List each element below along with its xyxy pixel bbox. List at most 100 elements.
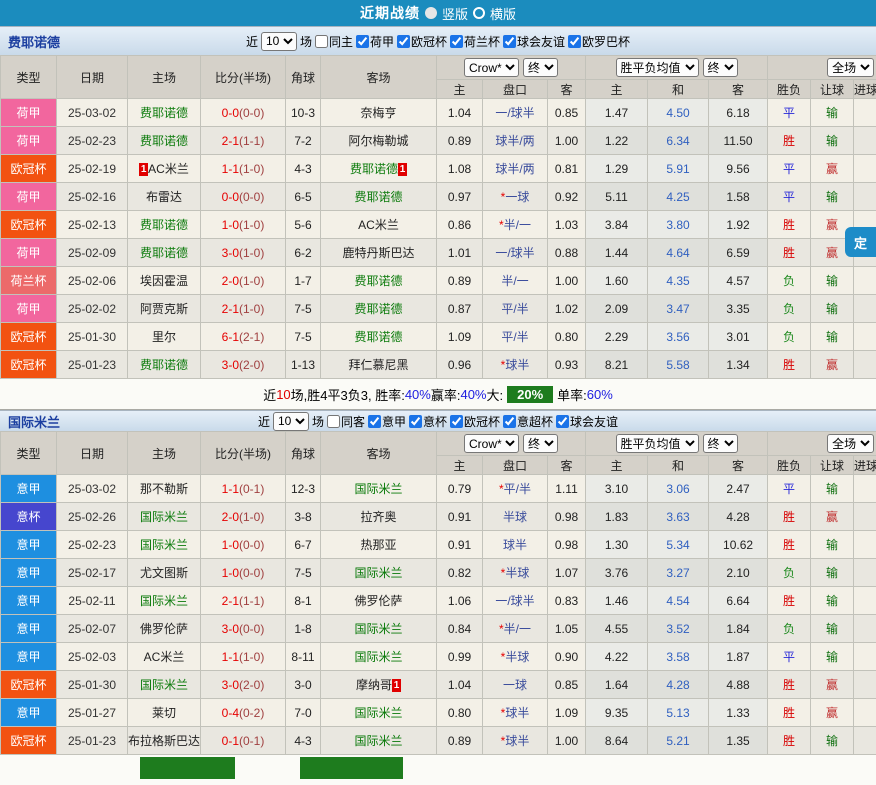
sub-column-header: 主 (586, 80, 648, 99)
mean-away-cell: 4.57 (709, 267, 768, 295)
odds-company-select[interactable]: Crow* (464, 58, 519, 77)
match-type-badge: 欧冠杯 (1, 155, 57, 183)
league-filter-checkbox[interactable] (450, 415, 463, 428)
odds-company-select[interactable]: Crow* (464, 434, 519, 453)
mean-draw-cell: 3.58 (648, 643, 709, 671)
table-row: 荷甲25-02-16布雷达0-0(0-0)6-5费耶诺德0.97*一球0.925… (1, 183, 876, 211)
handicap-star: * (501, 734, 506, 748)
away-odds-cell: 0.98 (548, 531, 586, 559)
score-cell: 3-0(2-0) (201, 351, 286, 379)
league-filter-checkbox[interactable] (503, 35, 516, 48)
column-header: 比分(半场) (201, 56, 286, 99)
same-venue-label: 同客 (341, 413, 365, 430)
score-cell: 1-1(0-1) (201, 475, 286, 503)
league-filter-checkbox[interactable] (397, 35, 410, 48)
mean-home-cell: 4.55 (586, 615, 648, 643)
league-filter-checkbox[interactable] (556, 415, 569, 428)
goals-clipped-cell (854, 699, 876, 727)
result-cell: 胜 (768, 503, 811, 531)
vertical-layout-radio[interactable] (425, 7, 437, 19)
result-cell: 胜 (768, 699, 811, 727)
same-venue-checkbox[interactable] (315, 35, 328, 48)
half-score: (0-0) (239, 538, 264, 552)
same-venue-filter: 同客 (327, 413, 365, 430)
table-row: 欧冠杯25-01-23布拉格斯巴达0-1(0-1)4-3国际米兰0.89*球半1… (1, 727, 876, 755)
handicap-star: * (501, 190, 506, 204)
sub-column-header: 客 (709, 80, 768, 99)
summary-text: 单率: (557, 385, 587, 404)
away-team-name: 热那亚 (360, 538, 396, 552)
league-filter-checkbox[interactable] (568, 35, 581, 48)
goals-clipped-cell (854, 643, 876, 671)
mean-odds-select[interactable]: 胜平负均值 (616, 58, 699, 77)
sub-column-header: 主 (586, 456, 648, 475)
match-date: 25-01-30 (57, 323, 128, 351)
league-filter-checkbox[interactable] (368, 415, 381, 428)
mean-final-select[interactable]: 终 (703, 58, 738, 77)
sub-column-header: 盘口 (483, 80, 548, 99)
result-cell: 平 (768, 99, 811, 127)
handicap-cell: *球半 (483, 351, 548, 379)
league-filter-checkbox[interactable] (409, 415, 422, 428)
table-row: 荷兰杯25-02-06埃因霍温2-0(1-0)1-7费耶诺德0.89半/一1.0… (1, 267, 876, 295)
mean-away-cell: 1.34 (709, 351, 768, 379)
full-score: 1-1 (222, 482, 239, 496)
games-count-select[interactable]: 10 (261, 32, 297, 51)
away-odds-cell: 0.85 (548, 671, 586, 699)
same-venue-checkbox[interactable] (327, 415, 340, 428)
away-team-cell: 费耶诺德 (321, 267, 437, 295)
away-team-name: 国际米兰 (354, 650, 402, 664)
sub-column-header: 让球 (811, 80, 854, 99)
same-venue-filter: 同主 (315, 33, 353, 50)
corners-cell: 8-11 (286, 643, 321, 671)
handicap-star: * (501, 706, 506, 720)
corners-cell: 3-0 (286, 671, 321, 699)
away-odds-cell: 0.81 (548, 155, 586, 183)
match-filter-controls: 近10场同客意甲意杯欧冠杯意超杯球会友谊 (258, 412, 618, 431)
handicap-result-cell: 赢 (811, 671, 854, 699)
mean-draw-cell: 5.13 (648, 699, 709, 727)
league-filter-label: 荷甲 (370, 33, 394, 50)
games-count-select[interactable]: 10 (273, 412, 309, 431)
full-score: 2-1 (222, 594, 239, 608)
score-cell: 6-1(2-1) (201, 323, 286, 351)
mean-draw-cell: 4.50 (648, 99, 709, 127)
summary-highlight-box (300, 757, 403, 779)
half-score: (0-2) (239, 706, 264, 720)
same-venue-label: 同主 (329, 33, 353, 50)
home-odds-cell: 1.04 (437, 671, 483, 699)
horizontal-layout-radio[interactable] (473, 7, 485, 19)
odds-final-select[interactable]: 终 (523, 434, 558, 453)
scope-select[interactable]: 全场 (827, 58, 874, 77)
away-team-cell: 国际米兰 (321, 699, 437, 727)
league-filter-checkbox[interactable] (503, 415, 516, 428)
home-team-name: 莱切 (152, 706, 176, 720)
table-row: 欧冠杯25-01-30国际米兰3-0(2-0)3-0摩纳哥11.04一球0.85… (1, 671, 876, 699)
mean-away-cell: 1.58 (709, 183, 768, 211)
scope-group: 全场 (768, 56, 876, 80)
league-filter-checkbox[interactable] (356, 35, 369, 48)
handicap-cell: *平/半 (483, 475, 548, 503)
away-team-name: 鹿特丹斯巴达 (342, 246, 414, 260)
mean-away-cell: 1.33 (709, 699, 768, 727)
table-row: 意甲25-01-27莱切0-4(0-2)7-0国际米兰0.80*球半1.099.… (1, 699, 876, 727)
pin-button[interactable]: 定 (845, 227, 876, 257)
column-header: 类型 (1, 432, 57, 475)
home-team-name: 国际米兰 (140, 538, 188, 552)
mean-odds-select[interactable]: 胜平负均值 (616, 434, 699, 453)
mean-home-cell: 1.44 (586, 239, 648, 267)
odds-final-select[interactable]: 终 (523, 58, 558, 77)
mean-final-select[interactable]: 终 (703, 434, 738, 453)
league-filter-checkbox[interactable] (450, 35, 463, 48)
sub-column-header: 胜负 (768, 80, 811, 99)
scope-select[interactable]: 全场 (827, 434, 874, 453)
summary-text: 10 (276, 387, 290, 402)
league-filter-label: 欧罗巴杯 (582, 33, 630, 50)
home-odds-cell: 0.99 (437, 643, 483, 671)
home-odds-cell: 0.82 (437, 559, 483, 587)
full-score: 1-1 (222, 650, 239, 664)
score-cell: 1-1(1-0) (201, 155, 286, 183)
home-team-name: AC米兰 (144, 650, 185, 664)
away-team-name: 国际米兰 (354, 566, 402, 580)
home-team-name: 布拉格斯巴达 (128, 734, 200, 748)
